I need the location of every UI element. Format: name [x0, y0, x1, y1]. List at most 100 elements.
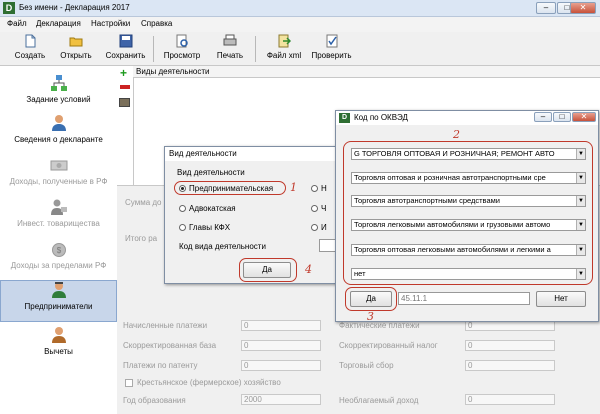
- deductions-icon: [51, 327, 66, 343]
- sidebar-item-declarant[interactable]: Сведения о декларанте: [0, 114, 117, 154]
- sidebar-item-entrepreneurs[interactable]: Предприниматели: [0, 280, 117, 322]
- year-field[interactable]: 2000: [241, 394, 321, 405]
- print-icon: [223, 34, 237, 46]
- group-label: Вид деятельности: [177, 168, 245, 177]
- close-button[interactable]: ✕: [572, 112, 596, 122]
- maximize-button[interactable]: □: [553, 112, 571, 122]
- save-icon: [119, 34, 132, 48]
- chevron-down-icon: ▼: [576, 269, 585, 279]
- unneeded-income-label: Необлагаемый доход: [339, 396, 419, 405]
- menu-help[interactable]: Справка: [141, 19, 172, 28]
- radio-private[interactable]: Ч: [311, 204, 326, 213]
- dialog-title: Вид деятельности: [165, 147, 351, 161]
- xml-file-button[interactable]: Файл xml: [263, 34, 305, 64]
- accrued-payments-field[interactable]: 0: [241, 320, 321, 331]
- field-label: Фактические платежи: [339, 321, 420, 330]
- close-button[interactable]: ✕: [570, 2, 596, 14]
- app-logo-icon: D: [3, 2, 15, 14]
- save-button[interactable]: Сохранить: [103, 34, 148, 64]
- annotation-number: 4: [305, 263, 312, 276]
- tree-structure-icon: [50, 75, 67, 91]
- remove-icon[interactable]: [120, 85, 130, 89]
- investor-icon: [50, 199, 67, 215]
- cancel-button[interactable]: Нет: [536, 291, 586, 307]
- radio-lawyer[interactable]: Адвокатская: [179, 204, 236, 213]
- svg-text:$: $: [56, 246, 61, 255]
- chevron-down-icon: ▼: [576, 220, 585, 230]
- person-icon: [51, 115, 66, 131]
- annotation-circle: [239, 258, 297, 282]
- annotation-number: 1: [290, 181, 297, 194]
- adjusted-base-field[interactable]: 0: [241, 340, 321, 351]
- column-header-activities: Виды деятельности: [133, 66, 600, 78]
- field-label: Скорректированный налог: [339, 341, 438, 350]
- chevron-down-icon: ▼: [576, 149, 585, 159]
- annotation-number: 2: [453, 128, 460, 141]
- menu-declaration[interactable]: Декларация: [36, 19, 81, 28]
- code-label: Код вида деятельности: [179, 242, 266, 251]
- menu-bar: Файл Декларация Настройки Справка: [0, 17, 600, 32]
- field-label: Платежи по патенту: [123, 361, 198, 370]
- entrepreneur-icon: [51, 282, 66, 298]
- farm-checkbox[interactable]: [125, 379, 133, 387]
- open-button[interactable]: Открыть: [56, 34, 96, 64]
- okved-code-field[interactable]: 45.11.1: [398, 292, 530, 305]
- window-title: Без имени - Декларация 2017: [19, 3, 130, 12]
- okved-code-dialog: Код по ОКВЭД D – □ ✕ 2 G ТОРГОВЛЯ ОПТОВА…: [335, 110, 599, 323]
- edit-icon[interactable]: [119, 98, 130, 107]
- sidebar-item-income-rf[interactable]: Доходы, полученные в РФ: [0, 156, 117, 196]
- unneeded-income-field[interactable]: 0: [465, 394, 555, 405]
- check-button[interactable]: Проверить: [309, 34, 354, 64]
- menu-settings[interactable]: Настройки: [91, 19, 130, 28]
- farm-checkbox-label: Крестьянское (фермерское) хозяйство: [137, 378, 281, 387]
- adjusted-tax-field[interactable]: 0: [465, 340, 555, 351]
- toolbar-separator: [153, 36, 154, 62]
- chevron-down-icon: ▼: [576, 173, 585, 183]
- open-folder-icon: [69, 37, 83, 47]
- preview-button[interactable]: Просмотр: [160, 34, 204, 64]
- minimize-button[interactable]: –: [534, 112, 552, 122]
- activity-type-dialog: Вид деятельности Вид деятельности Предпр…: [164, 146, 352, 284]
- sidebar-item-income-abroad[interactable]: $ Доходы за пределами РФ: [0, 240, 117, 280]
- sidebar-item-deductions[interactable]: Вычеты: [0, 326, 117, 366]
- create-button[interactable]: Создать: [10, 34, 50, 64]
- new-document-icon: [25, 34, 36, 48]
- title-bar: D Без имени - Декларация 2017 – □ ✕: [0, 0, 600, 17]
- annotation-circle: [345, 287, 397, 311]
- radio-other[interactable]: И: [311, 223, 327, 232]
- sidebar: Задание условий Сведения о декларанте До…: [0, 66, 117, 414]
- field-label: Торговый сбор: [339, 361, 394, 370]
- radio-notary[interactable]: Н: [311, 184, 327, 193]
- annotation-number: 3: [367, 310, 374, 323]
- toolbar: Создать Открыть Сохранить Просмотр Печат…: [0, 32, 600, 66]
- chevron-down-icon: ▼: [576, 245, 585, 255]
- money-icon: [50, 160, 67, 171]
- sum-label: Сумма до: [125, 198, 162, 207]
- okved-subgroup-select[interactable]: Торговля оптовая легковыми автомобилями …: [351, 244, 586, 256]
- patent-payments-field[interactable]: 0: [241, 360, 321, 371]
- field-label: Скорректированная база: [123, 341, 217, 350]
- radio-farm-head[interactable]: Главы КФХ: [179, 223, 230, 232]
- okved-subclass-select[interactable]: Торговля автотранспортными средствами ▼: [351, 195, 586, 207]
- menu-file[interactable]: Файл: [7, 19, 27, 28]
- check-icon: [326, 34, 337, 48]
- preview-icon: [176, 34, 188, 48]
- field-label: Начисленные платежи: [123, 321, 208, 330]
- print-button[interactable]: Печать: [212, 34, 248, 64]
- year-label: Год образования: [123, 396, 186, 405]
- chevron-down-icon: ▼: [576, 196, 585, 206]
- okved-group-select[interactable]: Торговля легковыми автомобилями и грузов…: [351, 219, 586, 231]
- sidebar-item-invest[interactable]: Инвест. товарищества: [0, 198, 117, 238]
- toolbar-separator: [255, 36, 256, 62]
- add-icon[interactable]: +: [120, 67, 130, 79]
- okved-class-select[interactable]: Торговля оптовая и розничная автотранспо…: [351, 172, 586, 184]
- total-label: Итого ра: [125, 234, 158, 243]
- okved-type-select[interactable]: нет ▼: [351, 268, 586, 280]
- annotation-circle: [343, 141, 593, 285]
- app-logo-icon: D: [339, 113, 350, 123]
- okved-section-select[interactable]: G ТОРГОВЛЯ ОПТОВАЯ И РОЗНИЧНАЯ; РЕМОНТ А…: [351, 148, 586, 160]
- trade-fee-field[interactable]: 0: [465, 360, 555, 371]
- minimize-button[interactable]: –: [536, 2, 556, 14]
- xml-file-icon: [278, 34, 292, 48]
- sidebar-item-conditions[interactable]: Задание условий: [0, 74, 117, 114]
